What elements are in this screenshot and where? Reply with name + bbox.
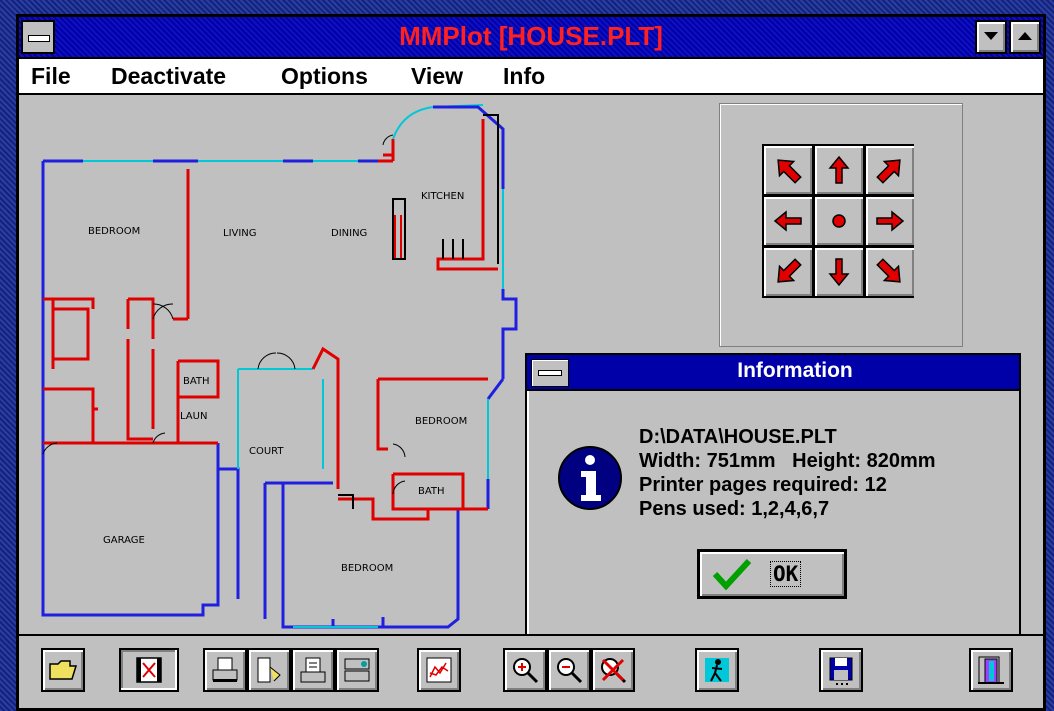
arrow-right-icon bbox=[876, 210, 905, 232]
pan-up-button[interactable] bbox=[815, 146, 863, 194]
zoom-out-button[interactable] bbox=[547, 648, 591, 692]
arrow-down-right-icon bbox=[876, 258, 901, 283]
zoom-in-icon bbox=[513, 658, 539, 684]
printer-setup-icon bbox=[344, 658, 370, 682]
run-button[interactable] bbox=[695, 648, 739, 692]
ok-button-label: OK bbox=[770, 561, 802, 587]
info-file-path: D:\DATA\HOUSE.PLT bbox=[639, 426, 837, 448]
information-icon bbox=[558, 446, 622, 510]
label-bedroom-2: BEDROOM bbox=[415, 416, 467, 427]
menu-options[interactable]: Options bbox=[281, 63, 368, 90]
menu-bar: File Deactivate Options View Info bbox=[19, 59, 1043, 95]
info-pens: Pens used: 1,2,4,6,7 bbox=[639, 498, 830, 520]
label-court: COURT bbox=[249, 446, 284, 457]
open-folder-icon bbox=[49, 660, 78, 680]
menu-options-label: Options bbox=[281, 63, 368, 89]
pan-pad bbox=[762, 144, 914, 298]
label-garage: GARAGE bbox=[103, 535, 145, 546]
chart-icon bbox=[426, 657, 452, 683]
menu-info-label: Info bbox=[503, 63, 546, 89]
arrow-down-left-icon bbox=[777, 258, 802, 283]
pan-center-button[interactable] bbox=[815, 197, 863, 245]
title-bar[interactable]: MMPlot [HOUSE.PLT] bbox=[19, 17, 1043, 59]
dialog-title: Information bbox=[737, 359, 853, 382]
toolbar bbox=[19, 634, 1043, 708]
information-dialog: Information D:\DATA\HOUSE.PLT Width: 751… bbox=[525, 353, 1021, 638]
pan-right-button[interactable] bbox=[866, 197, 914, 245]
pan-left-button[interactable] bbox=[764, 197, 812, 245]
label-bath-2: BATH bbox=[418, 486, 445, 497]
menu-info[interactable]: Info bbox=[503, 63, 545, 90]
label-living: LIVING bbox=[223, 228, 257, 239]
chart-button[interactable] bbox=[417, 648, 461, 692]
ok-button[interactable]: OK bbox=[697, 549, 847, 599]
exit-button[interactable] bbox=[969, 648, 1013, 692]
label-bath-1: BATH bbox=[183, 376, 210, 387]
plotter-button[interactable] bbox=[247, 648, 291, 692]
zoom-out-icon bbox=[557, 658, 583, 684]
info-pages: Printer pages required: 12 bbox=[639, 474, 887, 496]
pan-pad-panel bbox=[719, 103, 963, 347]
label-bedroom-1: BEDROOM bbox=[88, 226, 140, 237]
pan-down-button[interactable] bbox=[815, 248, 863, 296]
pan-down-left-button[interactable] bbox=[764, 248, 812, 296]
print-page-icon bbox=[300, 657, 326, 683]
film-frame-icon bbox=[136, 657, 162, 683]
menu-deactivate-label: Deactivate bbox=[111, 63, 227, 89]
menu-view[interactable]: View bbox=[411, 63, 463, 90]
zoom-cancel-icon bbox=[601, 658, 627, 684]
menu-file[interactable]: File bbox=[31, 63, 71, 90]
info-text: D:\DATA\HOUSE.PLT Width: 751mm Height: 8… bbox=[639, 425, 936, 521]
plotter-icon bbox=[257, 657, 281, 683]
menu-deactivate[interactable]: Deactivate bbox=[111, 63, 226, 90]
checkmark-icon bbox=[712, 558, 752, 590]
window-title: MMPlot [HOUSE.PLT] bbox=[399, 21, 663, 51]
save-disk-icon bbox=[829, 657, 853, 685]
film-frame-button[interactable] bbox=[119, 648, 179, 692]
arrow-down-icon bbox=[828, 258, 850, 287]
zoom-cancel-button[interactable] bbox=[591, 648, 635, 692]
label-dining: DINING bbox=[331, 228, 367, 239]
save-button[interactable] bbox=[819, 648, 863, 692]
menu-view-label: View bbox=[411, 63, 463, 89]
arrow-up-right-icon bbox=[876, 159, 901, 184]
print-page-button[interactable] bbox=[291, 648, 335, 692]
open-file-button[interactable] bbox=[41, 648, 85, 692]
pan-up-left-button[interactable] bbox=[764, 146, 812, 194]
run-icon bbox=[705, 658, 729, 682]
triangle-up-icon bbox=[1018, 32, 1032, 40]
print-button[interactable] bbox=[203, 648, 247, 692]
label-kitchen: KITCHEN bbox=[421, 191, 464, 202]
main-window: MMPlot [HOUSE.PLT] File Deactivate Optio… bbox=[16, 14, 1046, 711]
label-bedroom-3: BEDROOM bbox=[341, 563, 393, 574]
dialog-title-bar[interactable]: Information bbox=[527, 355, 1019, 391]
info-dimensions: Width: 751mm Height: 820mm bbox=[639, 450, 936, 472]
floor-plan-drawing[interactable]: BEDROOM LIVING DINING KITCHEN BATH LAUN … bbox=[33, 99, 553, 639]
printer-icon bbox=[212, 657, 238, 682]
maximize-button[interactable] bbox=[1009, 20, 1041, 54]
menu-file-label: File bbox=[31, 63, 71, 89]
arrow-up-icon bbox=[828, 155, 850, 184]
arrow-up-left-icon bbox=[777, 159, 802, 184]
arrow-left-icon bbox=[773, 210, 802, 232]
minimize-button[interactable] bbox=[975, 20, 1007, 54]
center-dot-icon bbox=[832, 214, 846, 228]
exit-door-icon bbox=[978, 656, 1004, 684]
zoom-in-button[interactable] bbox=[503, 648, 547, 692]
printer-setup-button[interactable] bbox=[335, 648, 379, 692]
triangle-down-icon bbox=[984, 32, 998, 40]
pan-down-right-button[interactable] bbox=[866, 248, 914, 296]
pan-up-right-button[interactable] bbox=[866, 146, 914, 194]
label-laundry: LAUN bbox=[180, 411, 207, 422]
dialog-system-menu-button[interactable] bbox=[531, 359, 569, 387]
